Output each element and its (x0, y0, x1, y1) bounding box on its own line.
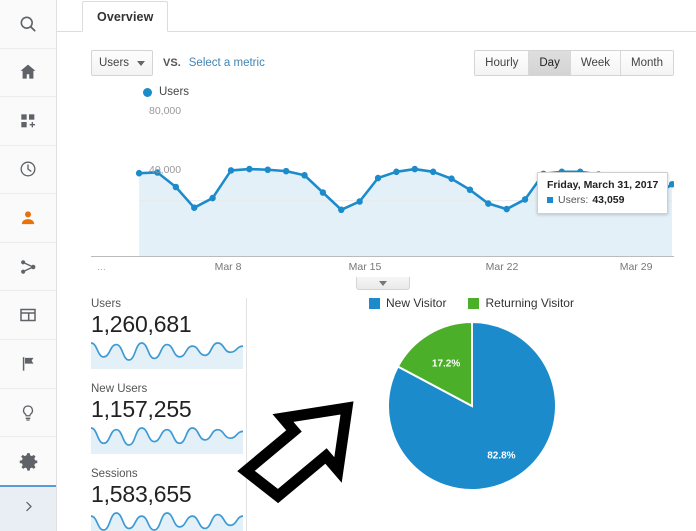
x-axis-tick-4: Mar 29 (619, 261, 653, 273)
metric-label-new-users: New Users (91, 383, 148, 396)
metric-value-new-users: 1,157,255 (91, 396, 192, 423)
x-axis-tick-1: Mar 8 (214, 261, 242, 273)
sidebar-item-realtime[interactable] (0, 146, 56, 195)
users-line-chart[interactable]: 80,000 40,000 Friday, March 31, 2017 Use… (91, 104, 674, 256)
home-icon (18, 62, 38, 82)
tab-bar: Overview (57, 0, 696, 32)
pie-legend-label-new-visitor: New Visitor (386, 296, 447, 310)
sidebar-expand-button[interactable] (0, 485, 56, 531)
period-week[interactable]: Week (570, 51, 622, 75)
sidebar-item-search[interactable] (0, 0, 56, 49)
tab-overview[interactable]: Overview (82, 1, 169, 32)
clock-icon (18, 159, 38, 179)
sparkline-new-users (91, 427, 243, 455)
sidebar-item-home[interactable] (0, 49, 56, 98)
y-axis-tick-top: 80,000 (149, 105, 182, 117)
metric-label-users: Users (91, 298, 122, 310)
metric-select-value: Users (99, 57, 130, 69)
period-month[interactable]: Month (621, 51, 673, 75)
metric-card-new-users[interactable]: New Users 1,157,255 (91, 383, 246, 455)
metric-value-users: 1,260,681 (91, 311, 192, 337)
pie-legend-item-new-visitor[interactable]: New Visitor (369, 296, 446, 310)
gear-icon (18, 451, 39, 472)
sidebar-item-behavior[interactable] (0, 291, 56, 340)
vs-label: VS. (163, 57, 181, 69)
pie-legend-swatch-returning-visitor (468, 297, 480, 309)
pie-legend-swatch-new-visitor (369, 297, 381, 309)
chart-legend: Users (57, 80, 696, 98)
metric-value-sessions: 1,583,655 (91, 481, 192, 508)
sidebar-item-discover[interactable] (0, 388, 56, 437)
flag-icon (18, 354, 38, 374)
sparkline-users (91, 342, 243, 370)
x-axis-tick-0: ... (97, 261, 106, 273)
main-content: Overview Users VS. Select a metric Hourl… (57, 0, 696, 531)
visitor-pie-chart[interactable]: 82.8% 17.2% (386, 320, 558, 492)
arrow-annotation (237, 401, 354, 504)
lightbulb-icon (18, 403, 38, 423)
legend-label-users: Users (159, 86, 190, 98)
tooltip-value: 43,059 (592, 194, 625, 206)
x-axis-tick-3: Mar 22 (485, 261, 519, 273)
select-a-metric-link[interactable]: Select a metric (189, 57, 265, 69)
x-axis-tick-2: Mar 15 (348, 261, 382, 273)
sidebar-item-admin[interactable] (0, 437, 56, 486)
chevron-down-icon (137, 60, 146, 66)
analytics-overview-page: Overview Users VS. Select a metric Hourl… (0, 0, 696, 531)
x-axis: ... Mar 8 Mar 15 Mar 22 Mar 29 (91, 256, 674, 290)
chevron-down-icon (378, 280, 387, 286)
share-nodes-icon (18, 257, 38, 277)
pie-slice-label: 82.8% (487, 450, 515, 461)
sidebar-item-audience[interactable] (0, 194, 56, 243)
pie-legend-item-returning-visitor[interactable]: Returning Visitor (468, 296, 574, 310)
period-toggle-group: Hourly Day Week Month (474, 50, 674, 76)
tooltip-date: Friday, March 31, 2017 (547, 179, 659, 191)
window-card-icon (18, 305, 38, 325)
pie-slice-label: 17.2% (431, 358, 459, 369)
metric-select[interactable]: Users (91, 50, 154, 76)
chevron-right-icon (21, 499, 36, 519)
sidebar-item-acquisition[interactable] (0, 243, 56, 292)
legend-dot-users (143, 87, 152, 97)
pie-legend-label-returning-visitor: Returning Visitor (485, 296, 574, 310)
tooltip-series-swatch (547, 197, 553, 203)
left-nav-sidebar (0, 0, 57, 531)
chart-collapse-button[interactable] (355, 277, 410, 290)
period-day[interactable]: Day (529, 51, 571, 75)
metric-controls-row: Users VS. Select a metric Hourly Day Wee… (57, 32, 696, 80)
person-icon (18, 208, 38, 228)
chart-tooltip: Friday, March 31, 2017 Users: 43,059 (537, 172, 669, 214)
pie-legend: New Visitor Returning Visitor (247, 296, 696, 310)
metric-label-sessions: Sessions (91, 468, 138, 481)
search-icon (18, 14, 38, 34)
sidebar-item-customization[interactable] (0, 97, 56, 146)
metric-card-sessions[interactable]: Sessions 1,583,655 (91, 468, 246, 531)
sidebar-item-conversions[interactable] (0, 340, 56, 389)
visitor-pie-column: New Visitor Returning Visitor 82.8% 17.2% (237, 296, 696, 531)
tooltip-metric-label: Users: (558, 194, 589, 206)
dashboard-add-icon (18, 111, 38, 131)
y-axis-tick-mid: 40,000 (149, 164, 182, 176)
period-hourly[interactable]: Hourly (475, 51, 530, 75)
lower-section: Users 1,260,681 New Users 1,157,255 Sess… (57, 296, 696, 531)
sparkline-sessions (91, 512, 243, 531)
metric-summary-column: Users 1,260,681 New Users 1,157,255 Sess… (57, 298, 247, 531)
metric-card-users[interactable]: Users 1,260,681 (91, 298, 246, 370)
